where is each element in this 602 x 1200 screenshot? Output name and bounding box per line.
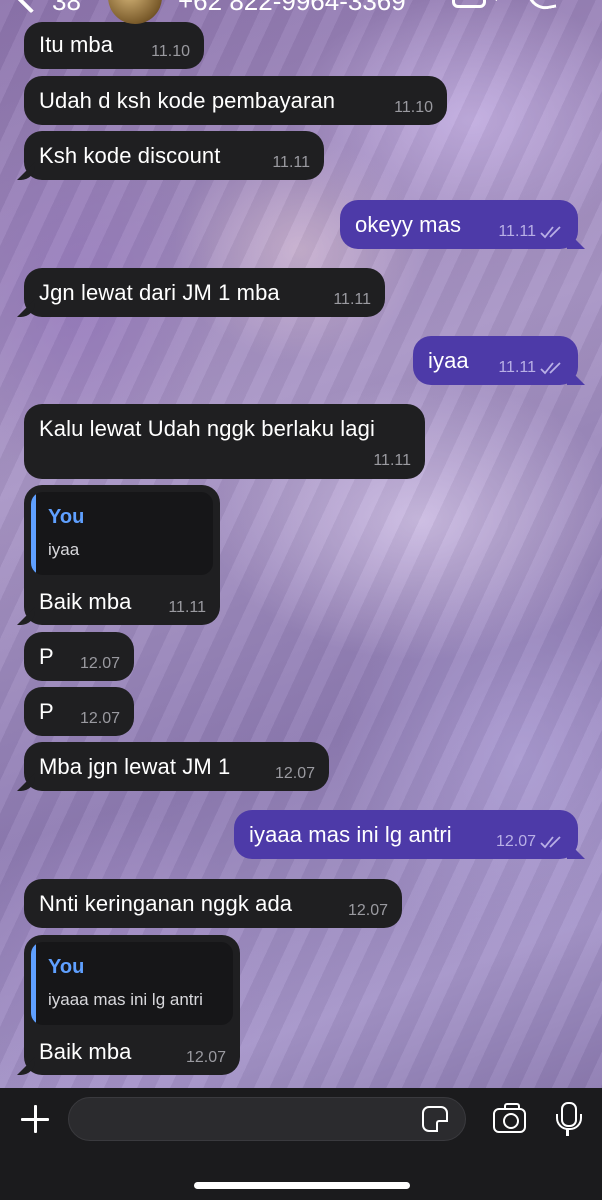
reply-author: You	[48, 956, 85, 978]
reply-accent-bar	[31, 492, 36, 575]
camera-icon[interactable]	[493, 1103, 526, 1133]
home-indicator[interactable]	[194, 1182, 410, 1189]
message-bubble-outgoing[interactable]: iyaa 11.11	[413, 336, 578, 385]
message-bubble[interactable]: Udah d ksh kode pembayaran 11.10	[24, 76, 447, 125]
message-text: Ksh kode discount	[39, 143, 221, 168]
double-check-icon	[540, 836, 561, 849]
message-timestamp: 12.07	[79, 710, 120, 727]
message-timestamp: 11.11	[272, 154, 310, 171]
message-timestamp: 12.07	[495, 833, 536, 850]
contact-name[interactable]: +62 822-9964-3369	[178, 0, 406, 17]
message-bubble-outgoing[interactable]: okeyy mas 11.11	[340, 200, 578, 249]
message-bubble-reply[interactable]: You iyaaa mas ini lg antri Baik mba 12.0…	[24, 935, 240, 1075]
message-timestamp: 11.11	[498, 223, 536, 240]
message-text: P	[39, 644, 54, 669]
message-text: P	[39, 699, 54, 724]
video-camera-icon[interactable]	[452, 0, 486, 8]
message-bubble[interactable]: P 12.07	[24, 632, 134, 681]
sticker-icon[interactable]	[422, 1106, 448, 1132]
message-bubble[interactable]: P 12.07	[24, 687, 134, 736]
message-timestamp: 12.07	[79, 655, 120, 672]
reply-text: iyaa	[48, 540, 80, 559]
quoted-reply[interactable]: You iyaa	[31, 492, 213, 575]
message-bubble[interactable]: Ksh kode discount 11.11	[24, 131, 324, 180]
double-check-icon	[540, 226, 561, 239]
phone-icon[interactable]	[525, 0, 557, 13]
message-list: Itu mba 11.10 Udah d ksh kode pembayaran…	[0, 0, 602, 1088]
message-timestamp: 11.11	[498, 359, 536, 376]
message-input[interactable]	[68, 1097, 466, 1141]
microphone-stem	[566, 1128, 569, 1136]
message-timestamp: 12.07	[185, 1049, 226, 1066]
avatar[interactable]	[108, 0, 162, 24]
message-bubble[interactable]: Itu mba 11.10	[24, 22, 204, 69]
message-text: Baik mba	[39, 589, 132, 614]
message-text: Kalu lewat Udah nggk berlaku lagi	[39, 416, 375, 441]
message-bubble-outgoing[interactable]: iyaaa mas ini lg antri 12.07	[234, 810, 578, 859]
message-bubble-reply[interactable]: You iyaa Baik mba 11.11	[24, 485, 220, 625]
message-text: iyaa	[428, 348, 469, 373]
message-timestamp: 11.10	[394, 99, 433, 116]
reply-author: You	[48, 506, 85, 528]
message-bubble[interactable]: Mba jgn lewat JM 1 12.07	[24, 742, 329, 791]
message-bubble[interactable]: Jgn lewat dari JM 1 mba 11.11	[24, 268, 385, 317]
message-text: iyaaa mas ini lg antri	[249, 822, 452, 847]
reply-accent-bar	[31, 942, 36, 1025]
plus-icon[interactable]	[20, 1104, 50, 1134]
message-text: Baik mba	[39, 1039, 132, 1064]
chat-header: 38 +62 822-9964-3369	[0, 0, 602, 24]
message-text: okeyy mas	[355, 212, 462, 237]
unread-count-badge[interactable]: 38	[52, 0, 81, 17]
message-text: Nnti keringanan nggk ada	[39, 891, 293, 916]
chevron-left-icon[interactable]	[12, 0, 50, 14]
message-bubble[interactable]: Nnti keringanan nggk ada 12.07	[24, 879, 402, 928]
message-timestamp: 11.11	[373, 452, 411, 469]
message-timestamp: 11.11	[333, 291, 371, 308]
reply-text: iyaaa mas ini lg antri	[48, 990, 203, 1009]
message-timestamp: 12.07	[347, 902, 388, 919]
double-check-icon	[540, 362, 561, 375]
message-text: Jgn lewat dari JM 1 mba	[39, 280, 280, 305]
message-timestamp: 12.07	[274, 765, 315, 782]
message-text: Mba jgn lewat JM 1	[39, 754, 231, 779]
message-text: Udah d ksh kode pembayaran	[39, 88, 336, 113]
message-text: Itu mba	[39, 32, 114, 57]
message-timestamp: 11.10	[151, 43, 190, 60]
message-timestamp: 11.11	[168, 599, 206, 616]
message-bubble[interactable]: Kalu lewat Udah nggk berlaku lagi 11.11	[24, 404, 425, 479]
quoted-reply[interactable]: You iyaaa mas ini lg antri	[31, 942, 233, 1025]
